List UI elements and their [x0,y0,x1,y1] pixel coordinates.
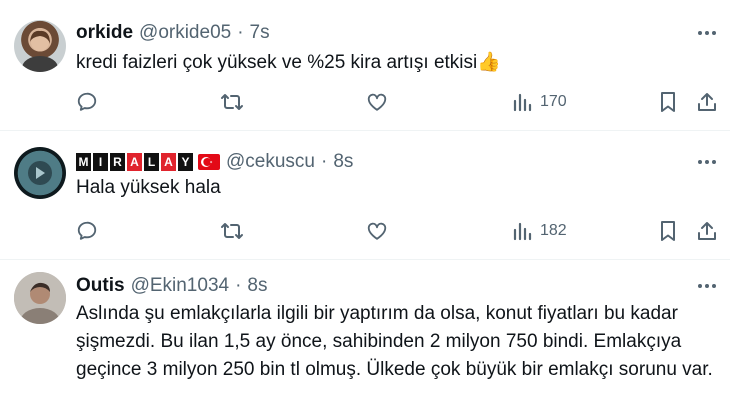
display-name-badge[interactable]: M I R A L A Y [76,153,220,171]
badge-letter: A [127,153,142,171]
avatar[interactable] [14,272,66,324]
bookmark-button[interactable] [658,217,678,245]
badge-letter: Y [178,153,193,171]
badge-letter: A [161,153,176,171]
separator-dot: · [321,151,328,172]
more-options-button[interactable] [696,275,718,297]
view-count: 182 [540,222,567,239]
tweet-text-line: Aslında şu emlakçılarla ilgili bir yaptı… [76,303,678,324]
avatar[interactable] [14,147,66,199]
avatar-photo [14,272,66,324]
views-icon [513,222,532,241]
display-name[interactable]: Outis [76,275,125,297]
like-icon [367,93,387,111]
tweet-actions: 170 [76,88,716,116]
badge-letter: I [93,153,108,171]
handle[interactable]: @cekuscu [226,151,315,173]
like-button[interactable] [366,217,388,245]
avatar-photo [22,30,58,72]
handle[interactable]: @Ekin1034 [131,275,230,297]
badge-letter: L [144,153,159,171]
tweet-header: M I R A L A Y @cekuscu · 8s [76,150,353,174]
timestamp[interactable]: 8s [333,151,353,173]
like-icon [367,222,387,240]
retweet-button[interactable] [220,88,244,116]
share-button[interactable] [696,88,718,116]
reply-icon [77,92,97,111]
tweet-1[interactable]: orkide @orkide05 · 7s kredi faizleri çok… [0,0,730,130]
avatar[interactable] [14,20,66,72]
share-button[interactable] [696,217,718,245]
tweet-text-line: şişmezdi. Bu ilan 1,5 ay önce, sahibinde… [76,331,682,352]
tweet-text: Aslında şu emlakçılarla ilgili bir yaptı… [76,300,713,384]
avatar-photo [28,161,52,185]
reply-icon [77,221,97,240]
separator-dot: · [237,22,244,43]
timestamp[interactable]: 7s [250,22,270,44]
tweet-actions: 182 [76,217,716,245]
badge-letter: M [76,153,91,171]
tweet-text-line: geçince 3 milyon 250 bin tl olmuş. Ülked… [76,359,713,380]
separator-dot: · [235,275,242,296]
tweet-header: orkide @orkide05 · 7s [76,21,270,45]
views-button[interactable]: 182 [512,217,567,245]
more-icon [698,31,716,35]
more-options-button[interactable] [696,151,718,173]
tweet-text: Hala yüksek hala [76,177,221,198]
views-icon [513,93,532,112]
flag-turkey-icon [198,154,220,170]
views-button[interactable]: 170 [512,88,567,116]
like-button[interactable] [366,88,388,116]
reply-button[interactable] [76,217,98,245]
more-icon [698,284,716,288]
bookmark-icon [661,221,675,241]
tweet-header: Outis @Ekin1034 · 8s [76,274,268,298]
badge-letter: R [110,153,125,171]
more-options-button[interactable] [696,22,718,44]
retweet-button[interactable] [220,217,244,245]
timestamp[interactable]: 8s [247,275,267,297]
handle[interactable]: @orkide05 [139,22,231,44]
retweet-icon [221,223,243,239]
bookmark-button[interactable] [658,88,678,116]
bookmark-icon [661,92,675,112]
retweet-icon [221,94,243,110]
more-icon [698,160,716,164]
share-icon [698,93,716,111]
display-name[interactable]: orkide [76,22,133,44]
tweet-text: kredi faizleri çok yüksek ve %25 kira ar… [76,52,501,73]
share-icon [698,222,716,240]
view-count: 170 [540,93,567,110]
reply-button[interactable] [76,88,98,116]
tweet-2[interactable]: M I R A L A Y @cekuscu · 8s Hala yüksek … [0,131,730,259]
tweet-3[interactable]: Outis @Ekin1034 · 8s Aslında şu emlakçıl… [0,260,730,420]
